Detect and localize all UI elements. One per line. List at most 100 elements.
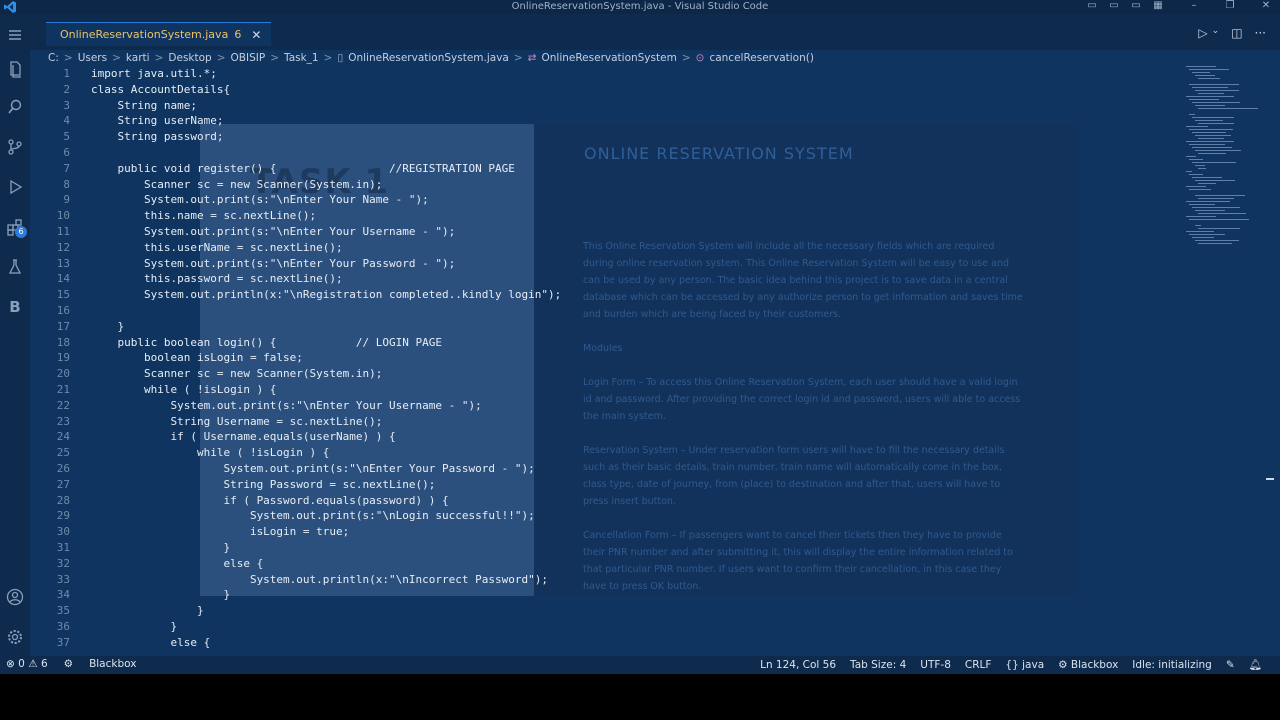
- breadcrumb-item[interactable]: Users: [78, 52, 107, 64]
- minimap-line: [1198, 228, 1240, 229]
- run-dropdown-icon[interactable]: ⌄: [1212, 26, 1220, 40]
- code-line[interactable]: 18 public boolean login() { // LOGIN PAG…: [30, 335, 1180, 351]
- code-line[interactable]: 24 if ( Username.equals(userName) ) {: [30, 429, 1180, 445]
- breadcrumb-item[interactable]: OnlineReservationSystem.java: [348, 52, 509, 64]
- line-number: 12: [56, 240, 70, 254]
- toggle-secondary-sidebar-icon[interactable]: ▭: [1130, 0, 1142, 12]
- code-line[interactable]: 15 System.out.println(x:"\nRegistration …: [30, 287, 1180, 303]
- line-text: Scanner sc = new Scanner(System.in);: [91, 177, 383, 191]
- line-text: String password;: [91, 130, 224, 144]
- problems-status[interactable]: ⊗ 0 ⚠ 6: [6, 658, 48, 670]
- tab-label: OnlineReservationSystem.java: [60, 28, 229, 41]
- manage-gear-icon[interactable]: [0, 622, 30, 652]
- tab-online-reservation-system[interactable]: OnlineReservationSystem.java 6 ✕: [46, 22, 272, 46]
- minimap-line: [1186, 141, 1234, 142]
- code-line[interactable]: 25 while ( !isLogin ) {: [30, 445, 1180, 461]
- code-line[interactable]: 20 Scanner sc = new Scanner(System.in);: [30, 366, 1180, 382]
- customize-layout-icon[interactable]: ▦: [1152, 0, 1164, 12]
- menu-icon[interactable]: [0, 20, 30, 50]
- minimap[interactable]: [1186, 66, 1266, 256]
- code-line[interactable]: 14 this.password = sc.nextLine();: [30, 271, 1180, 287]
- blackbox-icon-small: ⚙: [1058, 658, 1068, 671]
- code-line[interactable]: 17 }: [30, 319, 1180, 335]
- explorer-icon[interactable]: [0, 54, 30, 84]
- minimize-icon[interactable]: –: [1188, 0, 1200, 12]
- breadcrumb-item[interactable]: Desktop: [168, 52, 211, 64]
- code-line[interactable]: 28 if ( Password.equals(password) ) {: [30, 493, 1180, 509]
- run-debug-icon[interactable]: [0, 172, 30, 202]
- code-line[interactable]: 35 }: [30, 603, 1180, 619]
- code-line[interactable]: 7 public void register() { //REGISTRATIO…: [30, 161, 1180, 177]
- code-line[interactable]: 31 }: [30, 540, 1180, 556]
- code-line[interactable]: 5 String password;: [30, 129, 1180, 145]
- code-line[interactable]: 29 System.out.print(s:"\nLogin successfu…: [30, 508, 1180, 524]
- code-editor[interactable]: 1 import java.util.*; 2 class AccountDetail…: [30, 66, 1180, 656]
- toggle-panel-icon[interactable]: ▭: [1108, 0, 1120, 12]
- code-line[interactable]: 21 while ( !isLogin ) {: [30, 382, 1180, 398]
- code-line[interactable]: 37 else {: [30, 635, 1180, 651]
- code-line[interactable]: 8 Scanner sc = new Scanner(System.in);: [30, 177, 1180, 193]
- code-line[interactable]: 26 System.out.print(s:"\nEnter Your Pass…: [30, 461, 1180, 477]
- toggle-primary-sidebar-icon[interactable]: ▭: [1086, 0, 1098, 12]
- extensions-icon[interactable]: 6: [0, 212, 30, 242]
- language-server-status[interactable]: Idle: initializing: [1132, 659, 1212, 671]
- breadcrumb-item[interactable]: OnlineReservationSystem: [541, 52, 676, 64]
- run-icon[interactable]: ▷: [1198, 26, 1207, 40]
- blackbox-icon[interactable]: B: [0, 292, 30, 322]
- more-actions-icon[interactable]: ···: [1255, 26, 1266, 40]
- line-text: String userName;: [91, 114, 224, 128]
- code-line[interactable]: 19 boolean isLogin = false;: [30, 350, 1180, 366]
- code-line[interactable]: 32 else {: [30, 556, 1180, 572]
- tab-size[interactable]: Tab Size: 4: [850, 659, 906, 671]
- testing-icon[interactable]: [0, 252, 30, 282]
- blackbox-status-left[interactable]: Blackbox: [89, 658, 136, 670]
- line-number: 4: [63, 114, 70, 128]
- code-line[interactable]: 13 System.out.print(s:"\nEnter Your Pass…: [30, 256, 1180, 272]
- breadcrumb-item[interactable]: C:: [48, 52, 59, 64]
- code-line[interactable]: 16: [30, 303, 1180, 319]
- code-line[interactable]: 27 String Password = sc.nextLine();: [30, 477, 1180, 493]
- breadcrumb-item[interactable]: cancelReservation(): [709, 52, 814, 64]
- feedback-icon[interactable]: ✎: [1226, 659, 1235, 671]
- breadcrumb-item[interactable]: Task_1: [284, 52, 319, 64]
- minimap-line: [1192, 117, 1234, 118]
- code-line[interactable]: 22 System.out.print(s:"\nEnter Your User…: [30, 398, 1180, 414]
- language-mode[interactable]: {} java: [1005, 659, 1044, 671]
- split-editor-icon[interactable]: ◫: [1231, 26, 1242, 40]
- code-line[interactable]: 4 String userName;: [30, 113, 1180, 129]
- warning-icon: ⚠: [28, 658, 38, 670]
- accounts-icon[interactable]: [0, 582, 30, 612]
- code-line[interactable]: 2 class AccountDetails{: [30, 82, 1180, 98]
- line-text: if ( Password.equals(password) ) {: [91, 493, 449, 507]
- encoding[interactable]: UTF-8: [920, 659, 951, 671]
- line-text: while ( !isLogin ) {: [91, 446, 330, 460]
- minimap-line: [1198, 183, 1216, 184]
- code-line[interactable]: 23 String Username = sc.nextLine();: [30, 414, 1180, 430]
- cursor-position[interactable]: Ln 124, Col 56: [760, 659, 836, 671]
- breadcrumb-item[interactable]: karti: [126, 52, 150, 64]
- search-icon[interactable]: [0, 92, 30, 122]
- code-line[interactable]: 9 System.out.print(s:"\nEnter Your Name …: [30, 192, 1180, 208]
- code-line[interactable]: 6: [30, 145, 1180, 161]
- tab-problem-count: 6: [234, 28, 242, 41]
- code-line[interactable]: 36 }: [30, 619, 1180, 635]
- end-of-line[interactable]: CRLF: [965, 659, 992, 671]
- close-tab-icon[interactable]: ✕: [251, 28, 261, 42]
- notifications-bell-icon[interactable]: 🔔︎: [1249, 658, 1262, 671]
- remote-icon[interactable]: ⚙: [64, 658, 73, 670]
- code-line[interactable]: 11 System.out.print(s:"\nEnter Your User…: [30, 224, 1180, 240]
- breadcrumb-item[interactable]: OBISIP: [231, 52, 266, 64]
- code-line[interactable]: 34 }: [30, 587, 1180, 603]
- source-control-icon[interactable]: [0, 132, 30, 162]
- line-number: 11: [56, 224, 70, 238]
- line-text: System.out.println(x:"\nIncorrect Passwo…: [91, 572, 548, 586]
- code-line[interactable]: 33 System.out.println(x:"\nIncorrect Pas…: [30, 572, 1180, 588]
- blackbox-status-right[interactable]: ⚙ Blackbox: [1058, 659, 1118, 671]
- close-window-icon[interactable]: ✕: [1260, 0, 1272, 12]
- code-line[interactable]: 12 this.userName = sc.nextLine();: [30, 240, 1180, 256]
- code-line[interactable]: 10 this.name = sc.nextLine();: [30, 208, 1180, 224]
- code-line[interactable]: 30 isLogin = true;: [30, 524, 1180, 540]
- code-line[interactable]: 1 import java.util.*;: [30, 66, 1180, 82]
- code-line[interactable]: 3 String name;: [30, 98, 1180, 114]
- restore-icon[interactable]: ❐: [1224, 0, 1236, 12]
